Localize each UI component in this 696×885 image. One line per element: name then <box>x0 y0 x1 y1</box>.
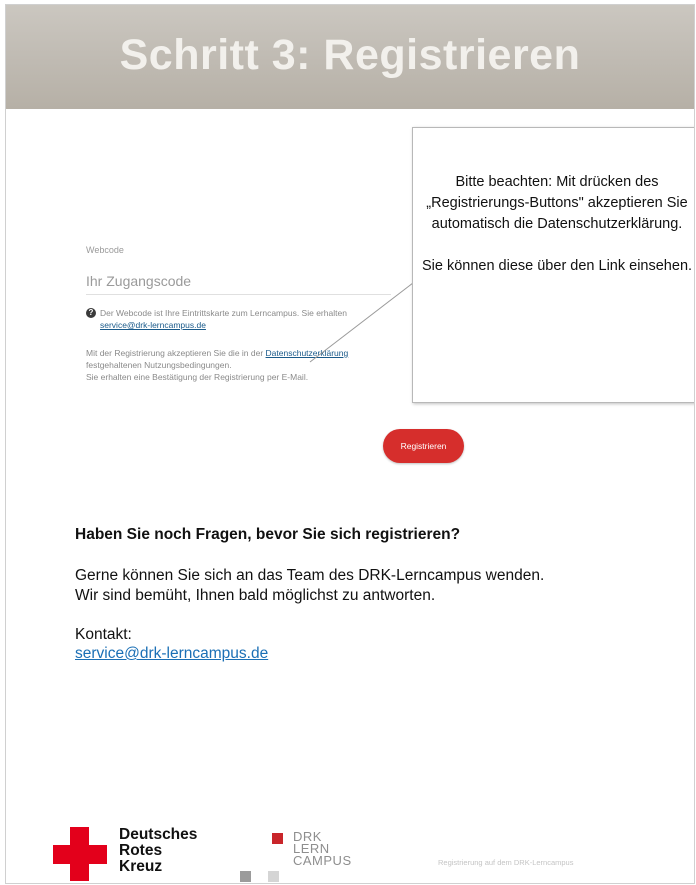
faq-line-2: Wir sind bemüht, Ihnen bald möglichst zu… <box>75 587 436 604</box>
logo-square-gray-icon <box>240 871 251 882</box>
faq-heading: Haben Sie noch Fragen, bevor Sie sich re… <box>75 526 461 543</box>
callout-paragraph-1: Bitte beachten: Mit drücken des „Registr… <box>426 174 688 232</box>
contact-label: Kontakt: <box>75 626 132 643</box>
red-cross-icon <box>53 827 107 881</box>
logo-square-red-icon <box>272 833 283 844</box>
faq-line-1: Gerne können Sie sich an das Team des DR… <box>75 567 545 584</box>
faq-section: Haben Sie noch Fragen, bevor Sie sich re… <box>75 526 675 663</box>
footer-note: Registrierung auf dem DRK-Lerncampus <box>438 858 574 867</box>
lerncampus-wordmark: DRK LERN CAMPUS <box>293 830 352 868</box>
drk-line-1: Deutsches <box>119 826 198 843</box>
contact-email-link[interactable]: service@drk-lerncampus.de <box>75 644 675 663</box>
drk-logo: Deutsches Rotes Kreuz <box>53 827 197 881</box>
slide: Schritt 3: Registrieren Webcode ? Der We… <box>5 4 695 884</box>
drk-line-3: Kreuz <box>119 858 163 875</box>
drk-line-2: Rotes <box>119 842 163 859</box>
faq-body: Gerne können Sie sich an das Team des DR… <box>75 566 675 606</box>
info-callout: Bitte beachten: Mit drücken des „Registr… <box>412 127 694 403</box>
logo-square-light-icon <box>268 871 279 882</box>
drk-wordmark: Deutsches Rotes Kreuz <box>119 827 197 875</box>
lern-line-3: CAMPUS <box>293 853 352 868</box>
callout-paragraph-2: Sie können diese über den Link einsehen. <box>421 258 693 274</box>
